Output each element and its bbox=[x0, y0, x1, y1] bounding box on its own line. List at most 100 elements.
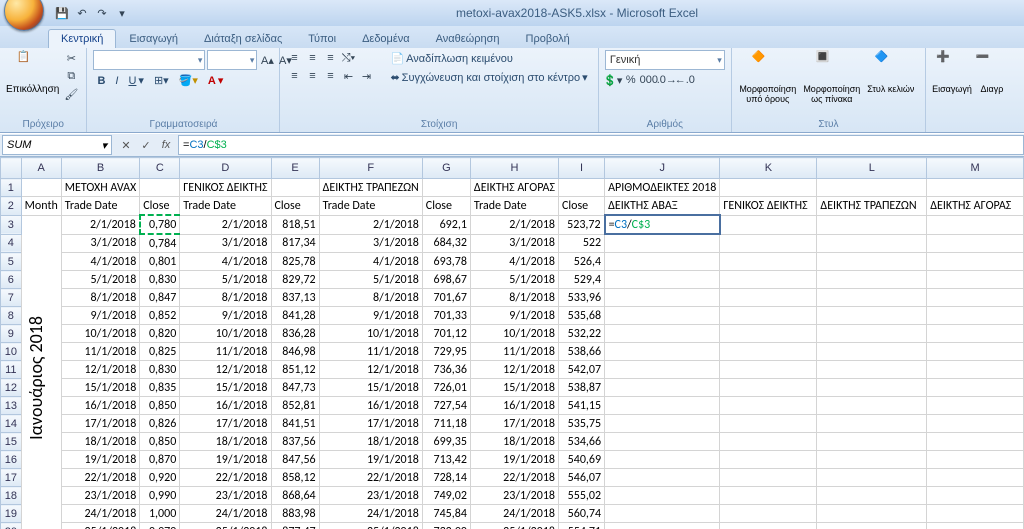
cell[interactable]: 533,96 bbox=[559, 289, 605, 307]
cell[interactable]: 3/1/2018 bbox=[319, 234, 422, 253]
insert-cells-label[interactable]: Εισαγωγή bbox=[932, 84, 972, 94]
col-header[interactable]: G bbox=[422, 158, 470, 179]
cell[interactable]: 701,12 bbox=[422, 325, 470, 343]
cell[interactable]: 5/1/2018 bbox=[61, 271, 140, 289]
cell[interactable]: 16/1/2018 bbox=[319, 397, 422, 415]
cell[interactable] bbox=[817, 179, 927, 197]
cell[interactable]: 10/1/2018 bbox=[61, 325, 140, 343]
row-header[interactable]: 1 bbox=[1, 179, 22, 197]
cell[interactable] bbox=[605, 325, 720, 343]
cell[interactable]: 532,22 bbox=[559, 325, 605, 343]
cell[interactable] bbox=[720, 433, 817, 451]
cell[interactable]: 0,852 bbox=[140, 307, 180, 325]
tab-insert[interactable]: Εισαγωγή bbox=[116, 29, 191, 48]
cell[interactable]: 538,87 bbox=[559, 379, 605, 397]
cell[interactable]: 22/1/2018 bbox=[319, 469, 422, 487]
cell[interactable]: 534,66 bbox=[559, 433, 605, 451]
row-header[interactable]: 20 bbox=[1, 523, 22, 529]
cell[interactable]: 538,66 bbox=[559, 343, 605, 361]
cell[interactable] bbox=[927, 289, 1024, 307]
cell[interactable]: 11/1/2018 bbox=[180, 343, 271, 361]
col-header[interactable]: M bbox=[927, 158, 1024, 179]
percent-icon[interactable]: % bbox=[623, 72, 639, 88]
cell[interactable] bbox=[927, 343, 1024, 361]
cell[interactable]: 0,847 bbox=[140, 289, 180, 307]
cell[interactable]: 11/1/2018 bbox=[319, 343, 422, 361]
cell[interactable] bbox=[720, 505, 817, 523]
cell[interactable]: 3/1/2018 bbox=[180, 234, 271, 253]
col-header[interactable]: J bbox=[605, 158, 720, 179]
cell[interactable]: 841,28 bbox=[271, 307, 319, 325]
cell[interactable] bbox=[720, 451, 817, 469]
cell[interactable]: ΓΕΝΙΚΟΣ ΔΕΙΚΤΗΣ bbox=[180, 179, 271, 197]
cell[interactable] bbox=[817, 469, 927, 487]
font-color-button[interactable]: A▾ bbox=[204, 72, 227, 89]
cell[interactable] bbox=[927, 469, 1024, 487]
row-header[interactable]: 14 bbox=[1, 415, 22, 433]
cell[interactable]: 868,64 bbox=[271, 487, 319, 505]
cell[interactable] bbox=[927, 361, 1024, 379]
cell[interactable]: 745,84 bbox=[422, 505, 470, 523]
cell[interactable]: 0,835 bbox=[140, 379, 180, 397]
row-header[interactable]: 9 bbox=[1, 325, 22, 343]
cell[interactable]: 5/1/2018 bbox=[319, 271, 422, 289]
cell[interactable]: Close bbox=[271, 197, 319, 216]
cell[interactable] bbox=[817, 361, 927, 379]
row-header[interactable]: 8 bbox=[1, 307, 22, 325]
cell[interactable]: 2/1/2018 bbox=[61, 215, 140, 234]
cell[interactable]: 0,820 bbox=[140, 325, 180, 343]
cell[interactable] bbox=[927, 433, 1024, 451]
spreadsheet-grid[interactable]: A B C D E F G H I J K L M 1 ΜΕΤΟΧΗ AVAX … bbox=[0, 157, 1024, 529]
cell[interactable]: 837,13 bbox=[271, 289, 319, 307]
cell[interactable]: 18/1/2018 bbox=[180, 433, 271, 451]
cell[interactable] bbox=[605, 469, 720, 487]
cell[interactable]: 16/1/2018 bbox=[470, 397, 558, 415]
cut-icon[interactable]: ✂ bbox=[63, 50, 79, 66]
cell[interactable] bbox=[720, 179, 817, 197]
cell[interactable]: 19/1/2018 bbox=[180, 451, 271, 469]
paste-label[interactable]: Επικόλληση bbox=[6, 84, 59, 95]
cell[interactable] bbox=[817, 271, 927, 289]
row-header[interactable]: 17 bbox=[1, 469, 22, 487]
fx-icon[interactable]: fx bbox=[158, 139, 174, 151]
orientation-icon[interactable]: ⤭▾ bbox=[340, 50, 356, 66]
cell[interactable]: 692,1 bbox=[422, 215, 470, 234]
cell[interactable]: 25/1/2018 bbox=[180, 523, 271, 529]
row-header[interactable]: 10 bbox=[1, 343, 22, 361]
cell[interactable] bbox=[927, 234, 1024, 253]
cell[interactable]: 818,51 bbox=[271, 215, 319, 234]
col-header[interactable]: H bbox=[470, 158, 558, 179]
cell[interactable]: 0,830 bbox=[140, 361, 180, 379]
cell[interactable]: 15/1/2018 bbox=[61, 379, 140, 397]
cell[interactable]: 0,825 bbox=[140, 343, 180, 361]
cell[interactable]: 24/1/2018 bbox=[470, 505, 558, 523]
paste-icon[interactable]: 📋 bbox=[17, 50, 49, 82]
cell-styles-label[interactable]: Στυλ κελιών bbox=[867, 84, 914, 94]
cell[interactable]: 841,51 bbox=[271, 415, 319, 433]
cell[interactable] bbox=[927, 379, 1024, 397]
border-button[interactable]: ⊞▾ bbox=[150, 72, 173, 89]
cell[interactable]: 22/1/2018 bbox=[61, 469, 140, 487]
col-header[interactable]: C bbox=[140, 158, 180, 179]
underline-button[interactable]: U▾ bbox=[124, 72, 147, 89]
name-box[interactable]: SUM▾ bbox=[2, 135, 112, 155]
row-header[interactable]: 16 bbox=[1, 451, 22, 469]
cell[interactable]: 729,95 bbox=[422, 343, 470, 361]
cell[interactable] bbox=[817, 234, 927, 253]
cell[interactable] bbox=[605, 397, 720, 415]
delete-cells-icon[interactable]: ➖ bbox=[976, 50, 1008, 82]
cell[interactable] bbox=[720, 361, 817, 379]
cell[interactable]: 11/1/2018 bbox=[61, 343, 140, 361]
cell[interactable]: 3/1/2018 bbox=[470, 234, 558, 253]
cell[interactable]: 0,850 bbox=[140, 397, 180, 415]
cell[interactable]: 16/1/2018 bbox=[180, 397, 271, 415]
comma-icon[interactable]: 000 bbox=[641, 72, 657, 88]
qat-dropdown-icon[interactable]: ▾ bbox=[114, 5, 130, 21]
cell[interactable] bbox=[817, 523, 927, 529]
cell[interactable]: 732,90 bbox=[422, 523, 470, 529]
cell[interactable] bbox=[720, 271, 817, 289]
cell[interactable]: 5/1/2018 bbox=[180, 271, 271, 289]
cell[interactable] bbox=[605, 415, 720, 433]
cell[interactable]: 4/1/2018 bbox=[470, 253, 558, 271]
cell[interactable]: 23/1/2018 bbox=[319, 487, 422, 505]
